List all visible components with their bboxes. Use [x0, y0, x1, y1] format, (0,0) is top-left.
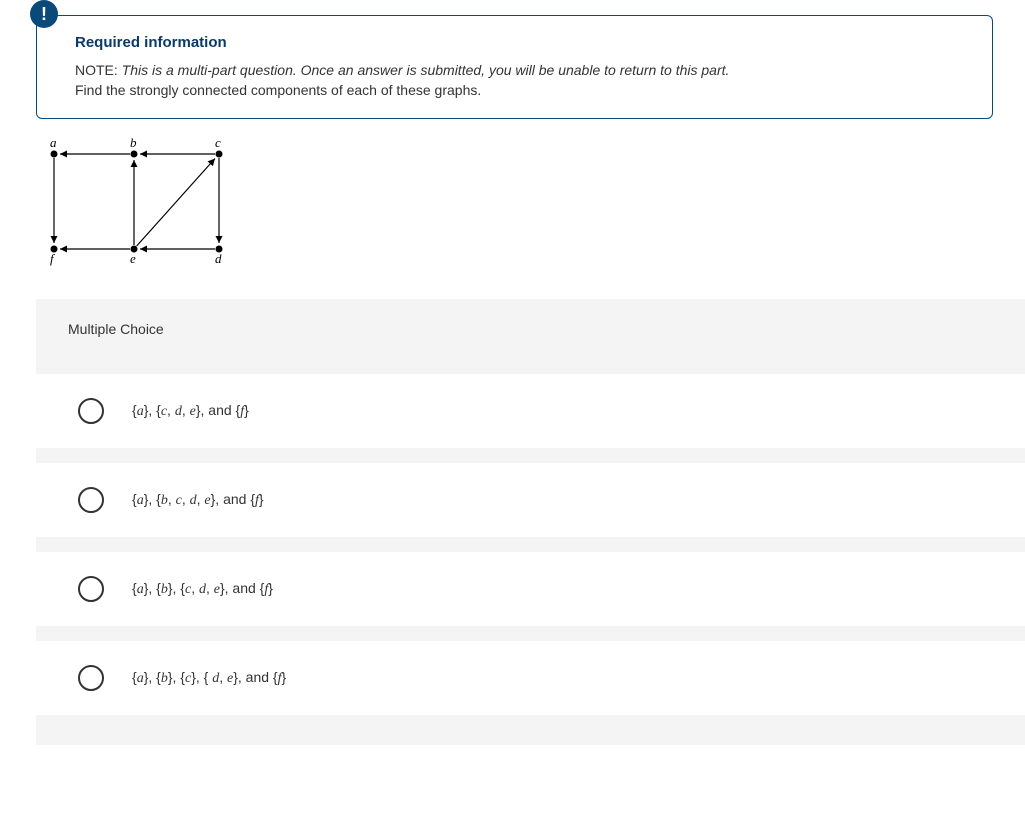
- choice-label: {a}, {b}, {c}, { d, e}, and {f}: [132, 669, 286, 687]
- radio-option-2[interactable]: [78, 487, 104, 513]
- note-rest: Find the strongly connected components o…: [75, 82, 481, 98]
- radio-option-4[interactable]: [78, 665, 104, 691]
- svg-text:f: f: [50, 251, 56, 266]
- radio-option-3[interactable]: [78, 576, 104, 602]
- mc-header: Multiple Choice: [36, 299, 1025, 359]
- svg-text:a: a: [50, 135, 57, 150]
- choice-row[interactable]: {a}, {b}, {c}, { d, e}, and {f}: [36, 641, 1025, 715]
- info-note: NOTE: This is a multi-part question. Onc…: [75, 61, 968, 100]
- svg-text:b: b: [130, 135, 137, 150]
- graph-diagram: abcfed: [44, 139, 244, 269]
- info-title: Required information: [75, 34, 968, 51]
- radio-option-1[interactable]: [78, 398, 104, 424]
- choice-label: {a}, {b, c, d, e}, and {f}: [132, 491, 264, 509]
- svg-text:e: e: [130, 251, 136, 266]
- svg-text:c: c: [215, 135, 221, 150]
- required-info-box: Required information NOTE: This is a mul…: [36, 15, 993, 119]
- choice-label: {a}, {b}, {c, d, e}, and {f}: [132, 580, 273, 598]
- svg-text:d: d: [215, 251, 222, 266]
- choice-row[interactable]: {a}, {b}, {c, d, e}, and {f}: [36, 552, 1025, 626]
- choice-row[interactable]: {a}, {b, c, d, e}, and {f}: [36, 463, 1025, 537]
- note-italic: This is a multi-part question. Once an a…: [122, 62, 730, 78]
- alert-symbol: !: [41, 4, 47, 25]
- multiple-choice-section: Multiple Choice {a}, {c, d, e}, and {f} {…: [36, 299, 1025, 745]
- choice-row[interactable]: {a}, {c, d, e}, and {f}: [36, 374, 1025, 448]
- note-label: NOTE:: [75, 62, 118, 78]
- choice-label: {a}, {c, d, e}, and {f}: [132, 402, 249, 420]
- alert-icon: !: [30, 0, 58, 28]
